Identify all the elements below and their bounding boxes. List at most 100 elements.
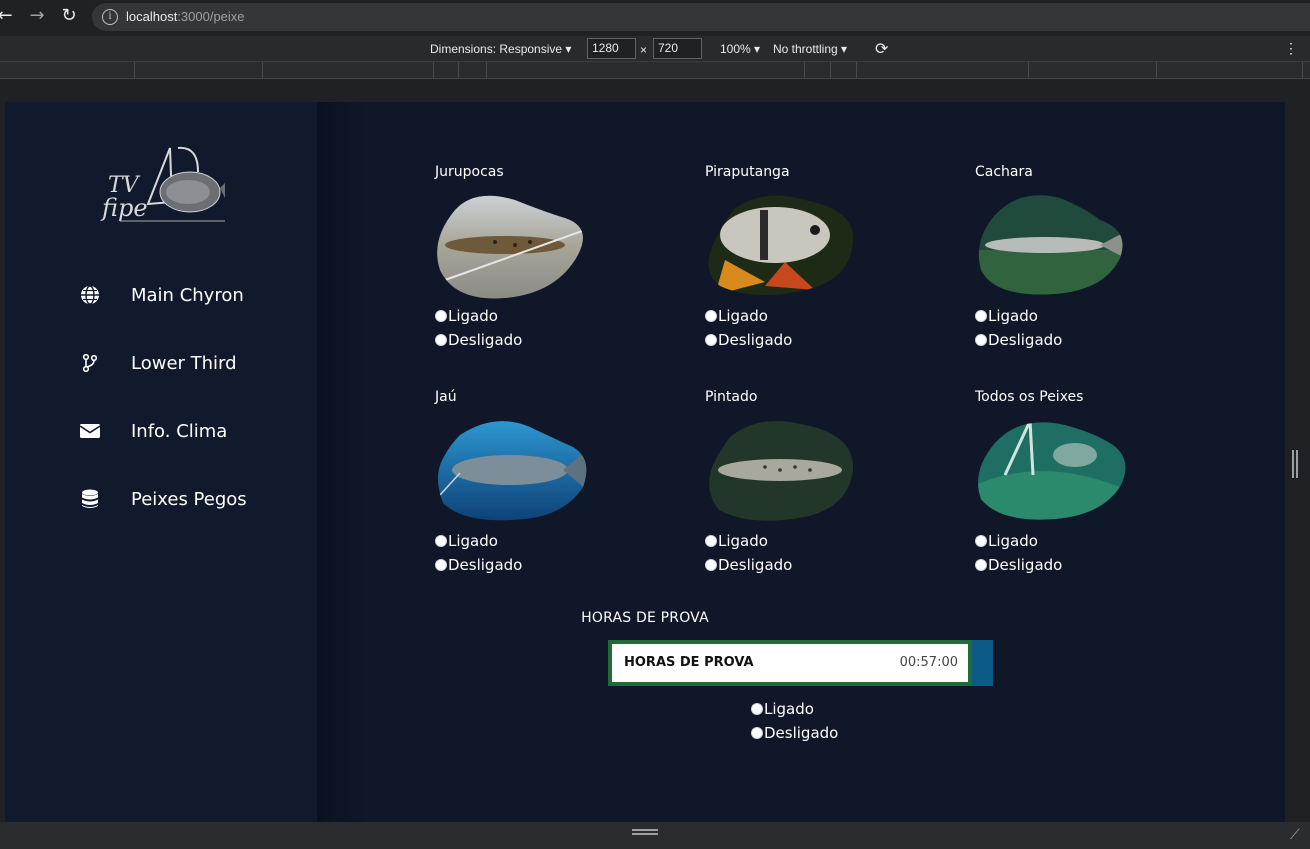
radio-ligado[interactable]: Ligado: [975, 304, 1175, 328]
radio-label: Desligado: [718, 331, 793, 349]
radio-button[interactable]: [705, 334, 717, 346]
menu-item-peixes-pegos[interactable]: Peixes Pegos: [80, 484, 280, 514]
menu-item-info-clima[interactable]: Info. Clima: [80, 416, 280, 446]
corner-resize-icon[interactable]: ⟋: [1290, 827, 1300, 843]
url-text: localhost:3000/peixe: [126, 9, 245, 24]
branch-icon: [80, 353, 100, 373]
radio-button[interactable]: [975, 334, 987, 346]
radio-desligado[interactable]: Desligado: [705, 553, 905, 577]
tv-fipe-logo: TV fipe: [100, 146, 225, 222]
sidebar: TV fipe Main Chyron Lower Third Info. Cl…: [5, 102, 317, 822]
radio-ligado[interactable]: Ligado: [975, 529, 1175, 553]
chyron-box: HORAS DE PROVA 00:57:00: [608, 640, 972, 686]
globe-icon: [80, 285, 100, 305]
url-host: localhost: [126, 9, 178, 24]
fish-name: Jaú: [435, 389, 457, 405]
fish-card-pintado: Pintado Ligado Desligado: [705, 389, 905, 577]
bottom-resize-bar[interactable]: [0, 822, 1310, 849]
chyron-label: HORAS DE PROVA: [624, 655, 754, 670]
fish-image-piraputanga: [708, 195, 854, 296]
radio-button[interactable]: [435, 535, 447, 547]
url-path: :3000/peixe: [177, 9, 245, 24]
fish-image-pintado: [709, 421, 854, 521]
radio-button[interactable]: [435, 310, 447, 322]
sidebar-shadow: [317, 102, 367, 822]
menu-label: Info. Clima: [131, 420, 228, 442]
width-input[interactable]: 1280: [587, 38, 636, 59]
radio-label: Desligado: [448, 556, 523, 574]
radio-ligado[interactable]: Ligado: [705, 304, 905, 328]
page-viewport: TV fipe Main Chyron Lower Third Info. Cl…: [5, 102, 1285, 822]
reload-icon[interactable]: ↻: [58, 5, 80, 27]
fish-card-cachara: Cachara Ligado Desligado: [975, 164, 1175, 352]
height-input[interactable]: 720: [653, 38, 702, 59]
radio-label: Desligado: [448, 331, 523, 349]
viewport-resize-handle[interactable]: [1292, 450, 1294, 478]
fish-image-todos-os-peixes: [978, 422, 1126, 520]
fish-card-piraputanga: Piraputanga Ligado Desligado: [705, 164, 905, 352]
svg-text:fipe: fipe: [100, 194, 148, 222]
viewport-gap: [0, 79, 1310, 102]
dimensions-dropdown[interactable]: Dimensions: Responsive ▾: [430, 42, 571, 56]
radio-button[interactable]: [705, 559, 717, 571]
radio-button[interactable]: [705, 535, 717, 547]
rotate-icon[interactable]: ⟳: [875, 39, 888, 59]
fish-name: Jurupocas: [435, 164, 504, 180]
radio-desligado[interactable]: Desligado: [975, 328, 1175, 352]
menu-label: Main Chyron: [131, 284, 244, 306]
back-icon[interactable]: ←: [0, 5, 16, 27]
throttling-dropdown[interactable]: No throttling ▾: [773, 42, 847, 56]
radio-desligado[interactable]: Desligado: [435, 553, 635, 577]
times-sign: ×: [640, 43, 648, 57]
radio-button[interactable]: [975, 535, 987, 547]
radio-desligado[interactable]: Desligado: [705, 328, 905, 352]
radio-button[interactable]: [751, 703, 763, 715]
radio-label: Ligado: [448, 307, 498, 325]
forward-icon[interactable]: →: [26, 5, 48, 27]
media-query-bar[interactable]: [0, 62, 1310, 79]
radio-label: Desligado: [764, 724, 839, 742]
radio-button[interactable]: [435, 334, 447, 346]
radio-desligado[interactable]: Desligado: [975, 553, 1175, 577]
horas-chyron-preview: HORAS DE PROVA 00:57:00: [608, 640, 993, 686]
radio-ligado[interactable]: Ligado: [435, 529, 635, 553]
radio-button[interactable]: [975, 559, 987, 571]
fish-name: Todos os Peixes: [975, 389, 1084, 405]
radio-desligado[interactable]: Desligado: [751, 721, 838, 745]
fish-card-jau: Jaú Ligado Desligado: [435, 389, 635, 577]
browser-toolbar: ← → ↻ i localhost:3000/peixe: [0, 0, 1310, 34]
fish-card-todos-os-peixes: Todos os Peixes Ligado Desligado: [975, 389, 1175, 577]
fish-name: Piraputanga: [705, 164, 790, 180]
radio-label: Desligado: [988, 556, 1063, 574]
fish-image-jurupocas: [437, 195, 584, 299]
more-options-icon[interactable]: ⋮: [1284, 40, 1298, 57]
horas-radios: Ligado Desligado: [751, 697, 838, 745]
radio-button[interactable]: [435, 559, 447, 571]
fish-image-cachara: [978, 195, 1123, 295]
resize-grip-icon[interactable]: [632, 829, 658, 831]
radio-ligado[interactable]: Ligado: [435, 304, 635, 328]
menu-label: Lower Third: [131, 352, 237, 374]
radio-label: Desligado: [988, 331, 1063, 349]
address-bar[interactable]: i localhost:3000/peixe: [92, 3, 1310, 31]
radio-label: Ligado: [718, 307, 768, 325]
radio-button[interactable]: [705, 310, 717, 322]
radio-ligado[interactable]: Ligado: [705, 529, 905, 553]
radio-label: Ligado: [718, 532, 768, 550]
menu-label: Peixes Pegos: [131, 488, 247, 510]
zoom-dropdown[interactable]: 100% ▾: [720, 42, 760, 56]
menu-item-lower-third[interactable]: Lower Third: [80, 348, 280, 378]
radio-ligado[interactable]: Ligado: [751, 697, 838, 721]
horas-title: HORAS DE PROVA: [581, 610, 709, 626]
radio-label: Ligado: [448, 532, 498, 550]
chyron-time: 00:57:00: [899, 655, 958, 670]
radio-desligado[interactable]: Desligado: [435, 328, 635, 352]
radio-button[interactable]: [975, 310, 987, 322]
fish-image-jau: [437, 421, 587, 521]
radio-label: Ligado: [764, 700, 814, 718]
info-icon[interactable]: i: [102, 9, 118, 25]
menu-item-main-chyron[interactable]: Main Chyron: [80, 280, 280, 310]
radio-label: Ligado: [988, 307, 1038, 325]
fish-card-jurupocas: Jurupocas Ligado Desligado: [435, 164, 635, 352]
radio-button[interactable]: [751, 727, 763, 739]
